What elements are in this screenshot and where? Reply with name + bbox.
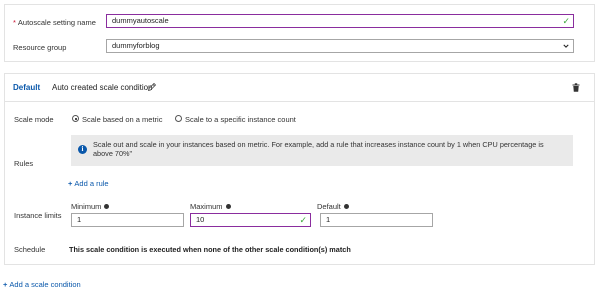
add-scale-condition-link[interactable]: + Add a scale condition xyxy=(3,280,81,289)
scale-mode-label: Scale mode xyxy=(14,115,54,124)
scale-mode-radio-metric[interactable] xyxy=(72,115,79,122)
instance-limits-label: Instance limits xyxy=(14,211,62,220)
rules-info-box: i Scale out and scale in your instances … xyxy=(71,135,573,166)
chevron-down-icon xyxy=(563,44,569,48)
rules-info-text: Scale out and scale in your instances ba… xyxy=(93,140,544,158)
maximum-label: Maximum xyxy=(190,202,231,211)
checkmark-icon: ✓ xyxy=(562,16,570,26)
schedule-label: Schedule xyxy=(14,245,46,254)
scale-condition-header: Default Auto created scale condition xyxy=(5,74,594,102)
scale-mode-option-metric[interactable]: Scale based on a metric xyxy=(82,115,162,124)
required-mark: * xyxy=(13,18,16,27)
scale-mode-option-instance[interactable]: Scale to a specific instance count xyxy=(185,115,296,124)
resource-group-label: Resource group xyxy=(13,43,67,52)
add-rule-link[interactable]: + Add a rule xyxy=(68,179,109,188)
autoscale-name-label: * Autoscale setting name xyxy=(13,18,96,27)
info-icon xyxy=(343,203,349,209)
autoscale-name-input[interactable]: dummyautoscale ✓ xyxy=(106,14,574,28)
default-label: Default xyxy=(317,202,349,211)
scale-condition-panel: Default Auto created scale condition Sca… xyxy=(4,73,595,265)
pencil-icon[interactable] xyxy=(147,82,157,92)
rules-label: Rules xyxy=(14,159,34,168)
info-icon xyxy=(225,203,231,209)
schedule-description: This scale condition is executed when no… xyxy=(69,245,351,254)
minimum-label: Minimum xyxy=(71,202,110,211)
plus-icon: + xyxy=(3,280,8,289)
plus-icon: + xyxy=(68,179,73,188)
resource-group-select[interactable]: dummyforblog xyxy=(106,39,574,53)
minimum-input[interactable]: 1 xyxy=(71,213,184,227)
info-icon: i xyxy=(78,145,87,154)
condition-title: Auto created scale condition xyxy=(52,83,153,92)
default-tag: Default xyxy=(13,83,41,92)
autoscale-settings-panel: * Autoscale setting name dummyautoscale ✓… xyxy=(4,4,595,62)
default-input[interactable]: 1 xyxy=(320,213,433,227)
trash-icon[interactable] xyxy=(572,83,580,92)
info-icon xyxy=(104,203,110,209)
scale-mode-radio-instance[interactable] xyxy=(175,115,182,122)
checkmark-icon: ✓ xyxy=(299,215,307,225)
maximum-input[interactable]: 10 ✓ xyxy=(190,213,311,227)
